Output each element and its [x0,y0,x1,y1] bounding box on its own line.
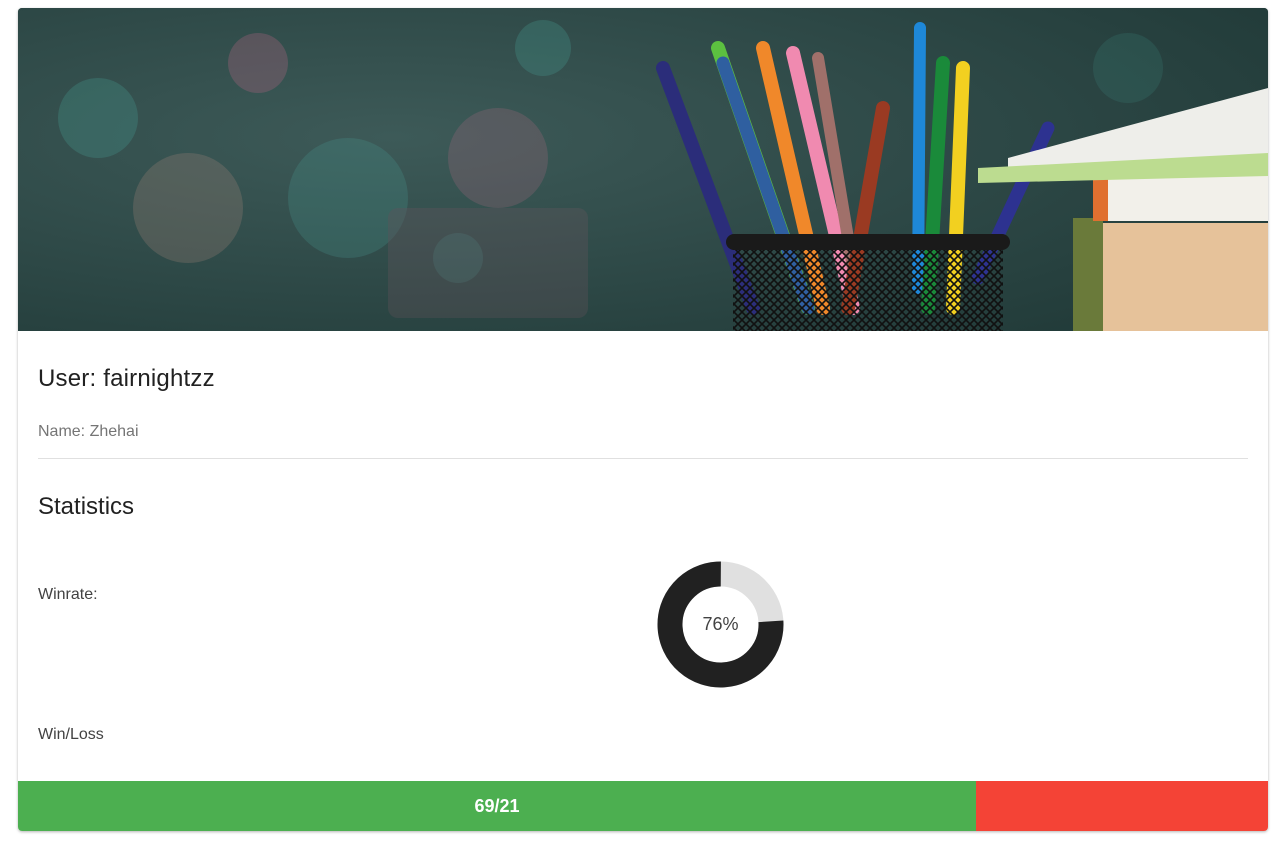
losses-segment [976,781,1268,831]
wins-segment: 69/21 [18,781,976,831]
winrate-value: 76% [702,614,739,634]
winrate-label: Winrate: [38,586,98,603]
user-name: Name: Zhehai [38,423,139,440]
hero-image [18,8,1268,331]
winloss-count: 69/21 [474,795,520,816]
user-title: User: fairnightzz [38,365,215,392]
winloss-bar: 69/21 [18,781,1268,831]
statistics-title: Statistics [38,493,135,520]
winloss-label: Win/Loss [38,726,104,743]
pencils-illustration [18,8,1268,331]
winrate-donut: 76% [657,561,784,688]
divider [38,458,1248,459]
profile-card: User: fairnightzz Name: Zhehai Statistic… [18,8,1268,831]
